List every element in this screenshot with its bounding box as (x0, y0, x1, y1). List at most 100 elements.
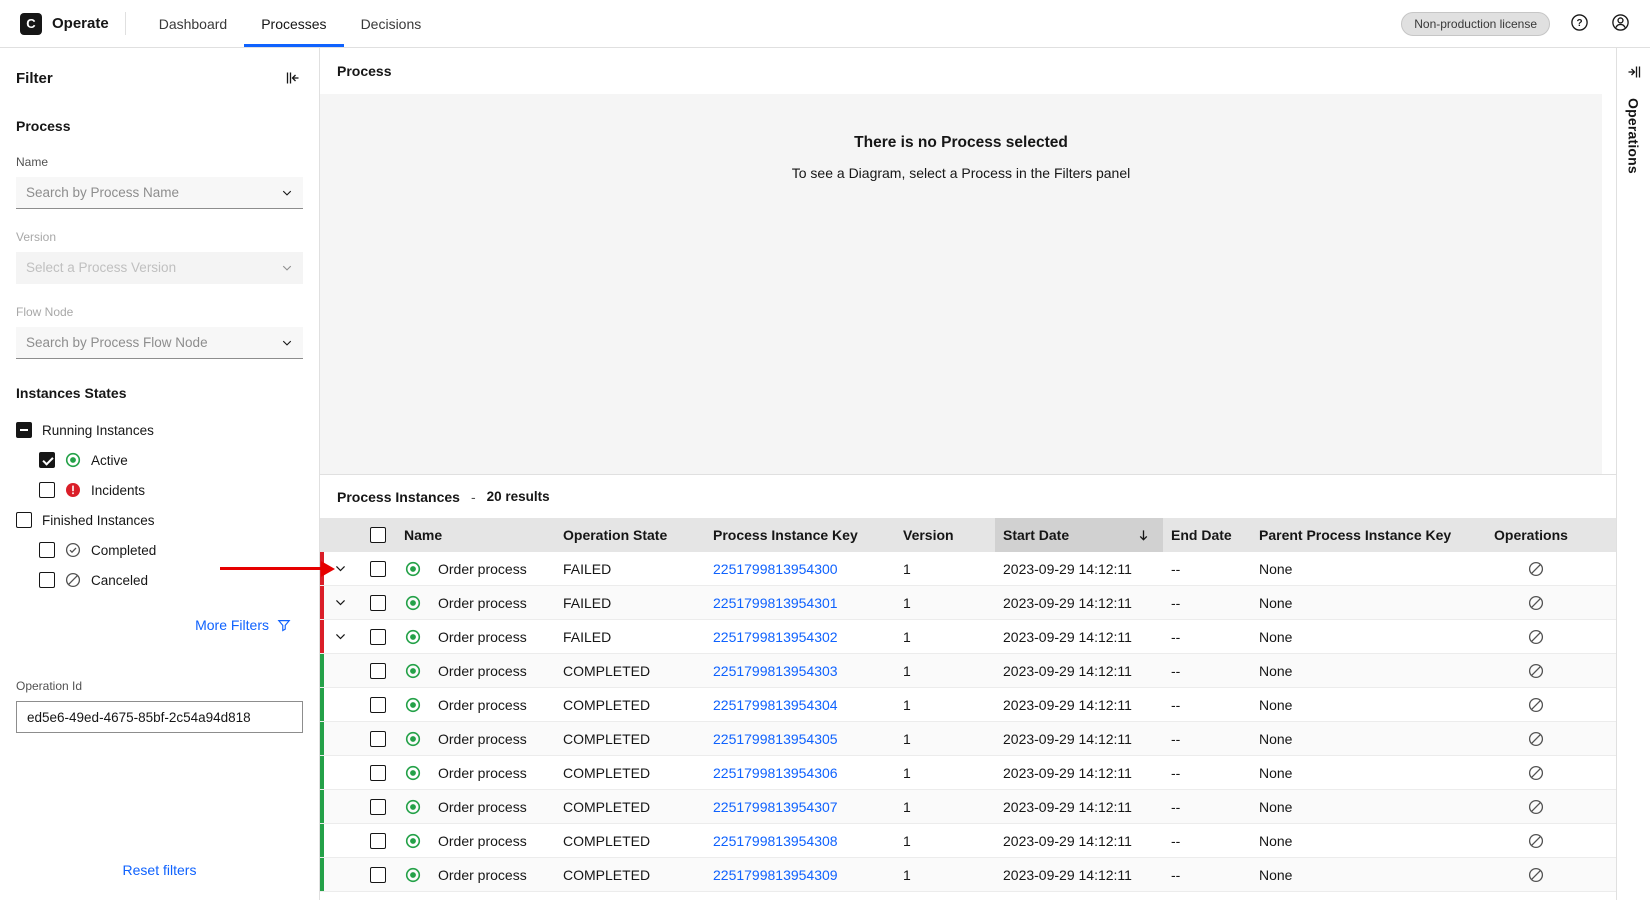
instance-state-cell (396, 799, 430, 815)
cancel-instance-button[interactable] (1526, 559, 1546, 579)
filter-finished-instances[interactable]: Finished Instances (16, 505, 303, 535)
reset-filters-button[interactable]: Reset filters (123, 862, 197, 878)
row-checkbox[interactable] (370, 663, 386, 679)
process-name-input[interactable] (26, 185, 281, 200)
instance-parent-key: None (1251, 663, 1486, 679)
cancel-instance-button[interactable] (1526, 593, 1546, 613)
process-instance-key-link[interactable]: 2251799813954305 (713, 731, 838, 747)
instance-state-cell (396, 629, 430, 645)
column-header-process-instance-key[interactable]: Process Instance Key (705, 527, 895, 543)
process-instance-key-link[interactable]: 2251799813954303 (713, 663, 838, 679)
process-instance-key-link[interactable]: 2251799813954307 (713, 799, 838, 815)
row-checkbox[interactable] (370, 595, 386, 611)
expand-row-button[interactable] (330, 592, 351, 613)
instance-start-date: 2023-09-29 14:12:11 (995, 867, 1163, 883)
column-header-operation-state[interactable]: Operation State (555, 527, 705, 543)
instance-start-date: 2023-09-29 14:12:11 (995, 663, 1163, 679)
cancel-instance-button[interactable] (1526, 661, 1546, 681)
operation-state: FAILED (555, 561, 705, 577)
collapse-filters-panel-button[interactable] (283, 68, 303, 88)
table-row: Order process FAILED 2251799813954302 1 … (320, 620, 1616, 654)
process-instance-key-link[interactable]: 2251799813954306 (713, 765, 838, 781)
chevron-down-icon (281, 337, 293, 349)
instance-name: Order process (430, 595, 555, 611)
process-instance-key-link[interactable]: 2251799813954308 (713, 833, 838, 849)
canceled-checkbox[interactable] (39, 572, 55, 588)
expand-cell (320, 660, 360, 681)
row-operations-cell (1486, 831, 1616, 851)
instance-state-cell (396, 663, 430, 679)
cancel-instance-button[interactable] (1526, 797, 1546, 817)
expand-row-button[interactable] (330, 626, 351, 647)
process-instance-key-link[interactable]: 2251799813954302 (713, 629, 838, 645)
process-instance-key-link[interactable]: 2251799813954304 (713, 697, 838, 713)
column-header-start-date[interactable]: Start Date (995, 518, 1163, 552)
flow-node-input[interactable] (26, 335, 281, 350)
instance-state-cell (396, 731, 430, 747)
finished-instances-checkbox[interactable] (16, 512, 32, 528)
column-header-version[interactable]: Version (895, 527, 995, 543)
column-header-name[interactable]: Name (396, 527, 555, 543)
completed-label: Completed (91, 543, 156, 558)
filter-completed[interactable]: Completed (16, 535, 303, 565)
cancel-instance-button[interactable] (1526, 729, 1546, 749)
row-checkbox[interactable] (370, 765, 386, 781)
column-header-parent-key[interactable]: Parent Process Instance Key (1251, 527, 1486, 543)
instance-state-cell (396, 867, 430, 883)
select-all-checkbox[interactable] (370, 527, 386, 543)
start-date-header-label: Start Date (1003, 527, 1069, 543)
license-badge: Non-production license (1401, 12, 1550, 36)
filter-running-instances[interactable]: Running Instances (16, 415, 303, 445)
tab-dashboard[interactable]: Dashboard (142, 0, 245, 47)
process-instance-key-link[interactable]: 2251799813954309 (713, 867, 838, 883)
instance-name: Order process (430, 629, 555, 645)
expand-operations-panel-button[interactable] (1624, 62, 1644, 82)
process-version-combobox (16, 252, 303, 284)
filter-active[interactable]: Active (16, 445, 303, 475)
cancel-operation-icon (1528, 731, 1544, 747)
row-checkbox[interactable] (370, 731, 386, 747)
expand-cell (320, 796, 360, 817)
tab-decisions[interactable]: Decisions (344, 0, 439, 47)
cancel-instance-button[interactable] (1526, 627, 1546, 647)
row-checkbox[interactable] (370, 867, 386, 883)
instances-states-tree: Running Instances Active (16, 415, 303, 595)
filter-incidents[interactable]: Incidents (16, 475, 303, 505)
more-filters-button[interactable]: More Filters (195, 617, 303, 633)
operation-state: COMPLETED (555, 765, 705, 781)
operation-state: FAILED (555, 629, 705, 645)
row-checkbox[interactable] (370, 833, 386, 849)
tab-processes[interactable]: Processes (244, 0, 343, 47)
column-header-end-date[interactable]: End Date (1163, 527, 1251, 543)
operation-id-input[interactable] (16, 701, 303, 733)
help-button[interactable]: ? (1568, 11, 1591, 37)
user-menu-button[interactable] (1609, 11, 1632, 37)
instance-version: 1 (895, 697, 995, 713)
active-instance-icon (405, 867, 421, 883)
row-checkbox[interactable] (370, 799, 386, 815)
active-checkbox[interactable] (39, 452, 55, 468)
filter-canceled[interactable]: Canceled (16, 565, 303, 595)
row-checkbox[interactable] (370, 629, 386, 645)
completed-checkbox[interactable] (39, 542, 55, 558)
cancel-operation-icon (1528, 765, 1544, 781)
row-checkbox-cell (360, 867, 396, 883)
flow-node-combobox[interactable] (16, 327, 303, 359)
instance-version: 1 (895, 799, 995, 815)
process-instance-key-link[interactable]: 2251799813954301 (713, 595, 838, 611)
incidents-checkbox[interactable] (39, 482, 55, 498)
instances-panel-header: Process Instances - 20 results (320, 474, 1616, 518)
cancel-instance-button[interactable] (1526, 763, 1546, 783)
running-instances-checkbox[interactable] (16, 422, 32, 438)
cancel-instance-button[interactable] (1526, 865, 1546, 885)
row-operations-cell (1486, 593, 1616, 613)
process-instance-key-link[interactable]: 2251799813954300 (713, 561, 838, 577)
row-checkbox[interactable] (370, 561, 386, 577)
process-name-combobox[interactable] (16, 177, 303, 209)
instance-end-date: -- (1163, 765, 1251, 781)
expand-row-button[interactable] (330, 558, 351, 579)
cancel-instance-button[interactable] (1526, 695, 1546, 715)
row-checkbox[interactable] (370, 697, 386, 713)
cancel-operation-icon (1528, 833, 1544, 849)
cancel-instance-button[interactable] (1526, 831, 1546, 851)
